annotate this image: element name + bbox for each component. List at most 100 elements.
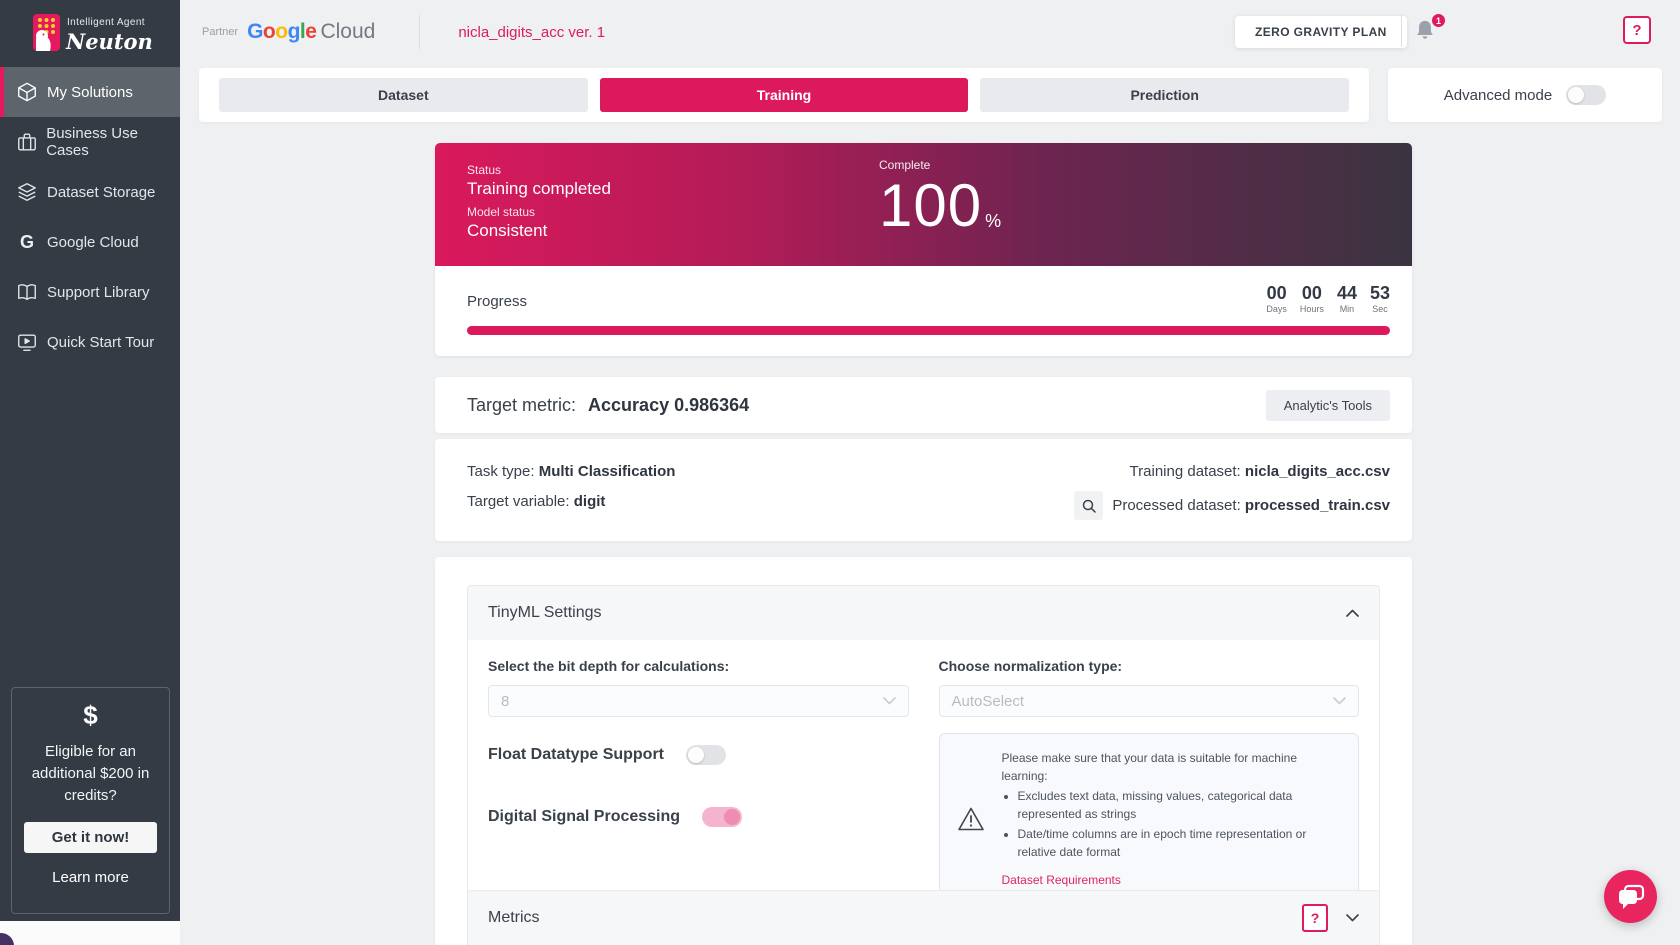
sidebar-item-support-library[interactable]: Support Library	[0, 267, 180, 317]
sidebar-item-label: Google Cloud	[47, 234, 139, 251]
task-info-card: Task type: Multi Classification Target v…	[435, 439, 1412, 541]
progress-bar-fill	[467, 326, 1390, 335]
sidebar-item-label: Dataset Storage	[47, 184, 155, 201]
toggle-knob	[688, 747, 704, 763]
learn-more-link[interactable]: Learn more	[12, 869, 169, 886]
sidebar-item-dataset-storage[interactable]: Dataset Storage	[0, 167, 180, 217]
chevron-down-icon	[1346, 914, 1359, 922]
target-variable-row: Target variable: digit	[467, 487, 675, 517]
app-root: Intelligent Agent Neuton My Solutions Bu…	[0, 0, 1680, 945]
dollar-icon: $	[12, 700, 169, 731]
sidebar: Intelligent Agent Neuton My Solutions Bu…	[0, 0, 180, 921]
status-gradient-banner: Status Training completed Model status C…	[435, 143, 1412, 266]
metrics-help-button[interactable]: ?	[1302, 904, 1328, 932]
tinyml-settings-section: TinyML Settings Select the bit depth for…	[467, 585, 1380, 932]
bit-depth-label: Select the bit depth for calculations:	[488, 658, 909, 674]
warning-triangle-icon	[956, 806, 986, 832]
sidebar-item-business-use-cases[interactable]: Business Use Cases	[0, 117, 180, 167]
advanced-mode-toggle[interactable]	[1566, 85, 1606, 105]
bit-depth-value: 8	[501, 693, 509, 710]
complete-percent-value: 100	[879, 176, 982, 236]
tinyml-left-column: Select the bit depth for calculations: 8…	[488, 658, 909, 905]
tinyml-settings-header[interactable]: TinyML Settings	[468, 586, 1379, 640]
tab-prediction[interactable]: Prediction	[980, 78, 1349, 112]
sidebar-item-quick-start-tour[interactable]: Quick Start Tour	[0, 317, 180, 367]
target-metric-value: Accuracy 0.986364	[588, 395, 749, 416]
float-datatype-label: Float Datatype Support	[488, 746, 664, 764]
metrics-section: Metrics ?	[467, 890, 1380, 945]
tab-training[interactable]: Training	[600, 78, 969, 112]
notification-count-badge: 1	[1431, 13, 1446, 28]
bit-depth-select[interactable]: 8	[488, 685, 909, 717]
dsp-toggle[interactable]	[702, 807, 742, 827]
partner-block: Partner Google Cloud nicla_digits_acc ve…	[202, 0, 605, 64]
training-timer: 00 Days 00 Hours 44 Min 53 Sec	[1266, 284, 1390, 314]
metrics-title: Metrics	[488, 909, 540, 927]
help-button[interactable]: ?	[1623, 16, 1651, 44]
metrics-header[interactable]: Metrics ?	[468, 891, 1379, 945]
normalization-select[interactable]: AutoSelect	[939, 685, 1360, 717]
sidebar-item-label: Support Library	[47, 284, 150, 301]
cube-icon	[15, 80, 39, 104]
data-suitability-warning: Please make sure that your data is suita…	[939, 733, 1360, 905]
header-divider-2	[1401, 15, 1402, 47]
chevron-down-icon	[1333, 697, 1346, 705]
settings-card: TinyML Settings Select the bit depth for…	[435, 557, 1412, 945]
warning-bullet: Date/time columns are in epoch time repr…	[1018, 825, 1343, 861]
tinyml-settings-title: TinyML Settings	[488, 604, 602, 622]
zero-gravity-plan-button[interactable]: ZERO GRAVITY PLAN	[1235, 16, 1407, 48]
neuton-logo-icon	[33, 14, 60, 51]
toggle-knob	[1568, 87, 1584, 103]
complete-block: Complete 100 %	[879, 158, 1001, 236]
video-play-icon	[15, 330, 39, 354]
project-title: nicla_digits_acc ver. 1	[458, 24, 605, 41]
sidebar-footer-strip	[0, 921, 180, 945]
brand-tagline: Intelligent Agent	[67, 17, 145, 28]
promo-text: Eligible for an additional $200 in credi…	[24, 741, 157, 806]
analytics-tools-button[interactable]: Analytic's Tools	[1266, 390, 1390, 421]
advanced-mode-label: Advanced mode	[1444, 87, 1552, 104]
layers-icon	[15, 180, 39, 204]
notifications-bell-button[interactable]: 1	[1414, 18, 1442, 48]
google-cloud-word: Cloud	[320, 20, 375, 44]
sidebar-item-my-solutions[interactable]: My Solutions	[0, 67, 180, 117]
brand-name: Neuton	[66, 29, 153, 54]
dataset-requirements-link[interactable]: Dataset Requirements	[1002, 873, 1121, 887]
complete-percent-unit: %	[985, 212, 1001, 230]
magnifier-icon	[1081, 498, 1097, 514]
processed-dataset-row: Processed dataset: processed_train.csv	[1074, 491, 1390, 520]
chat-widget-button[interactable]	[1604, 870, 1657, 923]
status-label: Status	[467, 163, 501, 177]
timer-hours: 00 Hours	[1300, 284, 1324, 314]
task-info-right: Training dataset: nicla_digits_acc.csv P…	[1074, 457, 1390, 520]
dsp-label: Digital Signal Processing	[488, 808, 680, 826]
tinyml-settings-body: Select the bit depth for calculations: 8…	[468, 640, 1379, 931]
tab-dataset[interactable]: Dataset	[219, 78, 588, 112]
warning-bullet: Excludes text data, missing values, cate…	[1018, 787, 1343, 823]
model-status-label: Model status	[467, 205, 535, 219]
training-status-card: Status Training completed Model status C…	[435, 143, 1412, 356]
status-value: Training completed	[467, 179, 611, 199]
target-metric-label: Target metric:	[467, 395, 576, 416]
brand-logo[interactable]: Intelligent Agent Neuton	[0, 0, 180, 64]
briefcase-icon	[15, 130, 38, 154]
chevron-down-icon	[883, 697, 896, 705]
partner-label: Partner	[202, 26, 238, 38]
progress-panel: Progress 00 Days 00 Hours 44 Min 53 Sec	[435, 266, 1412, 356]
timer-min: 44 Min	[1337, 284, 1357, 314]
sidebar-item-google-cloud[interactable]: G Google Cloud	[0, 217, 180, 267]
float-datatype-toggle[interactable]	[686, 745, 726, 765]
sidebar-item-label: Quick Start Tour	[47, 334, 154, 351]
normalization-value: AutoSelect	[952, 693, 1025, 710]
complete-label: Complete	[879, 158, 1001, 172]
chevron-up-icon	[1346, 609, 1359, 617]
tinyml-right-column: Choose normalization type: AutoSelect Pl…	[939, 658, 1360, 905]
get-it-now-button[interactable]: Get it now!	[24, 822, 157, 853]
warning-content: Please make sure that your data is suita…	[1002, 749, 1343, 889]
task-type-row: Task type: Multi Classification	[467, 457, 675, 487]
progress-bar	[467, 326, 1390, 335]
training-dataset-row: Training dataset: nicla_digits_acc.csv	[1074, 457, 1390, 487]
target-metric-card: Target metric: Accuracy 0.986364 Analyti…	[435, 377, 1412, 433]
preview-dataset-button[interactable]	[1074, 491, 1103, 520]
normalization-label: Choose normalization type:	[939, 658, 1360, 674]
